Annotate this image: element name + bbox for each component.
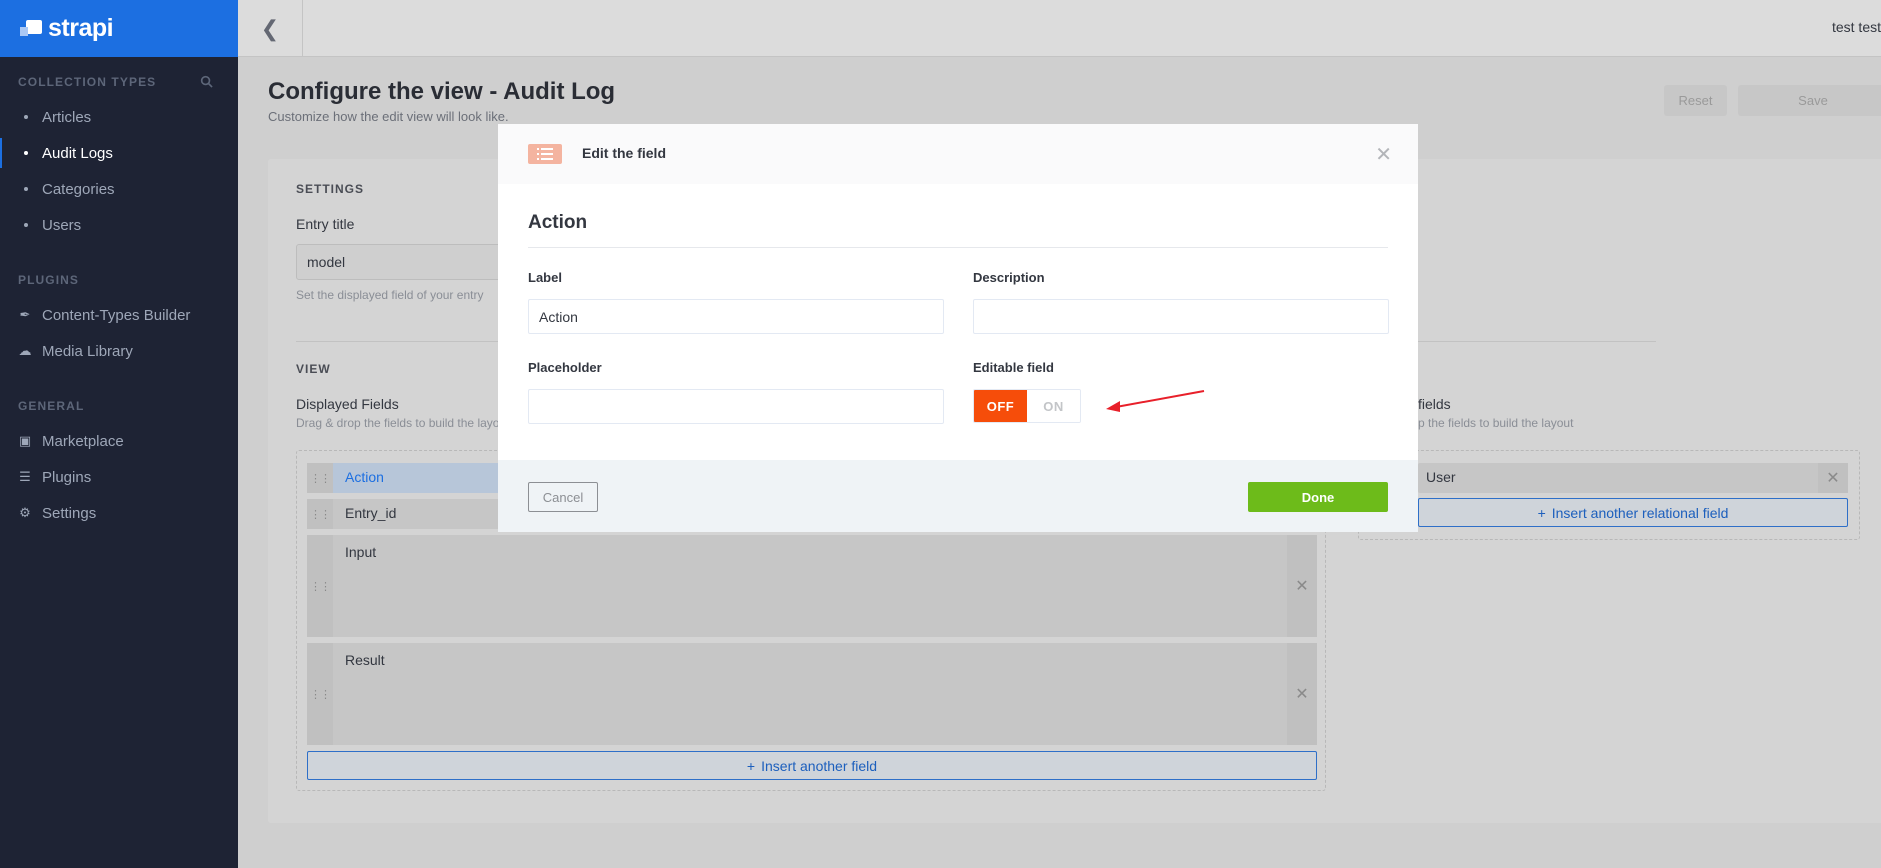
cloud-upload-icon: ☁ [18, 343, 32, 358]
toggle-on-option[interactable]: ON [1027, 390, 1080, 422]
sidebar-item-categories[interactable]: Categories [0, 174, 238, 204]
field-name: Action [345, 469, 384, 485]
editable-field-label: Editable field [973, 360, 1054, 375]
plus-icon: + [746, 757, 756, 774]
sidebar-item-label: Content-Types Builder [42, 306, 191, 324]
sidebar-item-plugins[interactable]: ☰ Plugins [0, 462, 238, 492]
sidebar-item-users[interactable]: Users [0, 210, 238, 240]
drag-handle-icon[interactable]: ⋮⋮ [307, 463, 333, 493]
gear-icon: ⚙ [19, 505, 31, 520]
remove-field-icon[interactable]: ✕ [1287, 535, 1317, 637]
entry-title-label: Entry title [296, 216, 355, 232]
sidebar-item-media-library[interactable]: ☁ Media Library [0, 336, 238, 366]
back-button[interactable]: ❮ [238, 0, 303, 57]
list-icon [528, 144, 562, 164]
displayed-fields-hint: Drag & drop the fields to build the layo… [296, 416, 510, 430]
field-name: User [1426, 469, 1456, 485]
brand-name: strapi [48, 14, 114, 42]
sidebar-item-marketplace[interactable]: ▣ Marketplace [0, 426, 238, 456]
chevron-left-icon: ❮ [260, 15, 280, 41]
field-section-title: Action [528, 212, 588, 233]
close-icon[interactable]: ✕ [1375, 142, 1392, 167]
plus-icon: + [1537, 504, 1546, 521]
modal-title: Edit the field [582, 145, 666, 161]
sidebar-item-content-types-builder[interactable]: ✒ Content-Types Builder [0, 300, 238, 330]
relational-fields-label: fields [1418, 396, 1451, 412]
placeholder-input[interactable] [528, 389, 944, 424]
drag-handle-icon[interactable]: ⋮⋮ [307, 643, 333, 745]
sidebar-item-label: Articles [42, 108, 92, 126]
sidebar: strapi COLLECTION TYPES Articles Audit L… [0, 0, 238, 868]
paintbrush-icon: ✒ [19, 307, 31, 322]
modal-header: Edit the field ✕ [498, 124, 1418, 184]
remove-field-icon[interactable]: ✕ [1287, 643, 1317, 745]
sidebar-section-collection-types: COLLECTION TYPES [18, 75, 157, 89]
insert-field-label: Insert another field [761, 757, 878, 774]
sidebar-item-label: Media Library [42, 342, 133, 360]
view-section-title: VIEW [296, 362, 331, 376]
editable-toggle[interactable]: OFF ON [973, 389, 1081, 423]
relational-fields-hint: p the fields to build the layout [1418, 416, 1574, 430]
annotation-arrow-icon [1106, 390, 1205, 412]
reset-button[interactable]: Reset [1664, 85, 1727, 116]
bullet-icon [24, 151, 28, 155]
displayed-fields-label: Displayed Fields [296, 396, 399, 412]
sidebar-item-label: Plugins [42, 468, 92, 486]
edit-field-modal: Edit the field ✕ Action Label Action Des… [498, 124, 1418, 532]
divider [528, 247, 1388, 248]
relational-field-row-user[interactable]: User ✕ [1418, 463, 1848, 493]
sidebar-item-audit-logs[interactable]: Audit Logs [0, 138, 238, 168]
placeholder-field-label: Placeholder [528, 360, 602, 375]
done-button[interactable]: Done [1248, 482, 1388, 512]
description-field-label: Description [973, 270, 1045, 285]
insert-field-button[interactable]: + Insert another field [307, 751, 1317, 780]
search-icon[interactable] [200, 75, 213, 88]
settings-section-title: SETTINGS [296, 182, 365, 196]
sidebar-item-settings[interactable]: ⚙ Settings [0, 498, 238, 528]
bullet-icon [24, 115, 28, 119]
sidebar-item-label: Marketplace [42, 432, 124, 450]
drag-handle-icon[interactable]: ⋮⋮ [307, 499, 333, 529]
page-title: Configure the view - Audit Log [268, 78, 616, 105]
topbar: ❮ test test [238, 0, 1881, 57]
sidebar-item-label: Audit Logs [42, 144, 113, 162]
sidebar-item-label: Categories [42, 180, 115, 198]
field-name: Input [345, 544, 377, 560]
cancel-button[interactable]: Cancel [528, 482, 598, 512]
field-row-result[interactable]: ⋮⋮ Result ✕ [307, 643, 1317, 745]
brand-logo[interactable]: strapi [0, 0, 238, 57]
sidebar-item-label: Users [42, 216, 82, 234]
basket-icon: ▣ [18, 433, 32, 448]
save-button[interactable]: Save [1738, 85, 1881, 116]
sidebar-item-articles[interactable]: Articles [0, 102, 238, 132]
list-icon: ☰ [19, 469, 31, 484]
label-field-label: Label [528, 270, 562, 285]
field-name: Result [345, 652, 385, 668]
bullet-icon [24, 223, 28, 227]
user-menu[interactable]: test test [1832, 19, 1881, 35]
label-input[interactable]: Action [528, 299, 944, 334]
drag-handle-icon[interactable]: ⋮⋮ [307, 535, 333, 637]
field-row-input[interactable]: ⋮⋮ Input ✕ [307, 535, 1317, 637]
modal-footer: Cancel Done [498, 460, 1418, 532]
bullet-icon [24, 187, 28, 191]
entry-title-hint: Set the displayed field of your entry [296, 288, 484, 302]
field-name: Entry_id [345, 505, 397, 521]
insert-relational-field-button[interactable]: + Insert another relational field [1418, 498, 1848, 527]
description-input[interactable] [973, 299, 1389, 334]
toggle-off-option[interactable]: OFF [974, 390, 1027, 422]
sidebar-section-plugins: PLUGINS [18, 273, 80, 287]
sidebar-item-label: Settings [42, 504, 97, 522]
strapi-logo-icon [20, 19, 42, 38]
sidebar-section-general: GENERAL [18, 399, 85, 413]
page-subtitle: Customize how the edit view will look li… [268, 109, 509, 124]
remove-field-icon[interactable]: ✕ [1818, 463, 1848, 493]
insert-relational-field-label: Insert another relational field [1551, 504, 1729, 521]
